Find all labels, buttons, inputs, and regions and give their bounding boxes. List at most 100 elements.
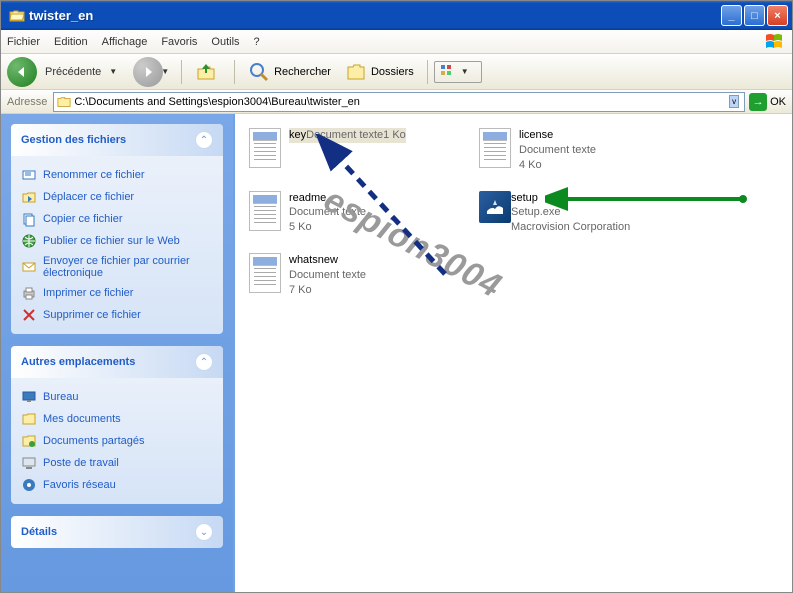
rename-icon (21, 167, 37, 183)
place-label: Favoris réseau (43, 479, 116, 491)
views-button[interactable]: ▼ (434, 61, 482, 83)
back-button[interactable] (7, 57, 37, 87)
file-size: 5 Ko (289, 220, 366, 235)
mail-icon (21, 259, 37, 275)
chevron-up-icon: ⌃ (195, 131, 213, 149)
place-label: Mes documents (43, 413, 121, 425)
task-move[interactable]: Déplacer ce fichier (21, 186, 213, 208)
forward-dropdown-icon[interactable]: ▼ (161, 67, 169, 76)
print-icon (21, 285, 37, 301)
navigation-toolbar: Précédente ▼ ▼ Rechercher Dossiers ▼ (1, 54, 792, 90)
place-desktop[interactable]: Bureau (21, 386, 213, 408)
address-bar: Adresse C:\Documents and Settings\espion… (1, 90, 792, 114)
text-document-icon (249, 253, 281, 293)
chevron-down-icon: ▼ (461, 67, 469, 76)
file-type: Document texte (289, 205, 366, 220)
file-item[interactable]: licenseDocument texte4 Ko (479, 128, 709, 173)
menu-file[interactable]: Fichier (7, 36, 40, 48)
file-size: 4 Ko (519, 158, 596, 173)
toolbar-separator (234, 60, 235, 84)
file-name: license (519, 128, 596, 143)
text-document-icon (249, 128, 281, 168)
task-label: Publier ce fichier sur le Web (43, 235, 180, 247)
file-type: Document texte (306, 128, 383, 143)
window-title: twister_en (29, 8, 719, 23)
go-label: OK (770, 96, 786, 108)
file-list-pane[interactable]: keyDocument texte1 KolicenseDocument tex… (233, 114, 792, 592)
file-item[interactable]: keyDocument texte1 Ko (249, 128, 479, 173)
computer-icon (21, 455, 37, 471)
go-button[interactable]: → OK (749, 93, 786, 111)
file-type: Document texte (519, 143, 596, 158)
menu-tools[interactable]: Outils (211, 36, 239, 48)
task-print[interactable]: Imprimer ce fichier (21, 282, 213, 304)
file-meta: setupSetup.exeMacrovision Corporation (511, 191, 630, 236)
shared-icon (21, 433, 37, 449)
file-item[interactable]: whatsnewDocument texte7 Ko (249, 253, 479, 298)
go-icon: → (749, 93, 767, 111)
search-button[interactable]: Rechercher (241, 57, 338, 87)
task-label: Déplacer ce fichier (43, 191, 134, 203)
title-bar: twister_en _ □ × (1, 1, 792, 30)
task-label: Renommer ce fichier (43, 169, 144, 181)
place-mydocs[interactable]: Mes documents (21, 408, 213, 430)
text-document-icon (479, 128, 511, 168)
file-item[interactable]: readmeDocument texte5 Ko (249, 191, 479, 236)
panel-title: Autres emplacements (21, 356, 135, 368)
back-label: Précédente (45, 66, 101, 78)
forward-button (133, 57, 163, 87)
task-label: Envoyer ce fichier par courrier électron… (43, 255, 213, 279)
task-label: Copier ce fichier (43, 213, 122, 225)
details-panel: Détails ⌄ (11, 516, 223, 548)
menu-edit[interactable]: Edition (54, 36, 88, 48)
file-size: 7 Ko (289, 283, 366, 298)
close-button[interactable]: × (767, 5, 788, 26)
file-name: key (289, 128, 306, 143)
file-meta: whatsnewDocument texte7 Ko (289, 253, 366, 298)
other-places-header[interactable]: Autres emplacements ⌃ (11, 346, 223, 378)
task-delete[interactable]: Supprimer ce fichier (21, 304, 213, 326)
maximize-button[interactable]: □ (744, 5, 765, 26)
toolbar-separator (427, 60, 428, 84)
file-name: whatsnew (289, 253, 366, 268)
back-dropdown-icon[interactable]: ▼ (109, 67, 117, 76)
menu-bar: Fichier Edition Affichage Favoris Outils… (1, 30, 792, 54)
place-network[interactable]: Favoris réseau (21, 474, 213, 496)
minimize-button[interactable]: _ (721, 5, 742, 26)
file-type: Setup.exe (511, 205, 630, 220)
menu-help[interactable]: ? (254, 36, 260, 48)
folders-button[interactable]: Dossiers (338, 57, 421, 87)
place-shared[interactable]: Documents partagés (21, 430, 213, 452)
task-copy[interactable]: Copier ce fichier (21, 208, 213, 230)
task-rename[interactable]: Renommer ce fichier (21, 164, 213, 186)
mydocs-icon (21, 411, 37, 427)
copy-icon (21, 211, 37, 227)
up-button[interactable] (188, 57, 228, 87)
file-item[interactable]: setupSetup.exeMacrovision Corporation (479, 191, 709, 236)
file-meta: readmeDocument texte5 Ko (289, 191, 366, 236)
address-dropdown-icon[interactable]: v (729, 95, 739, 108)
text-document-icon (249, 191, 281, 231)
chevron-down-icon: ⌄ (195, 523, 213, 541)
folders-label: Dossiers (371, 66, 414, 78)
chevron-up-icon: ⌃ (195, 353, 213, 371)
panel-title: Gestion des fichiers (21, 134, 126, 146)
file-tasks-panel: Gestion des fichiers ⌃ Renommer ce fichi… (11, 124, 223, 334)
task-web[interactable]: Publier ce fichier sur le Web (21, 230, 213, 252)
file-tasks-header[interactable]: Gestion des fichiers ⌃ (11, 124, 223, 156)
address-field[interactable]: C:\Documents and Settings\espion3004\Bur… (53, 92, 745, 112)
other-places-panel: Autres emplacements ⌃ Bureau Mes document… (11, 346, 223, 504)
place-label: Documents partagés (43, 435, 145, 447)
menu-view[interactable]: Affichage (102, 36, 148, 48)
place-computer[interactable]: Poste de travail (21, 452, 213, 474)
panel-title: Détails (21, 526, 57, 538)
menu-favorites[interactable]: Favoris (161, 36, 197, 48)
task-mail[interactable]: Envoyer ce fichier par courrier électron… (21, 252, 213, 282)
file-name: readme (289, 191, 366, 206)
folder-icon (57, 95, 71, 109)
address-path: C:\Documents and Settings\espion3004\Bur… (74, 96, 727, 108)
place-label: Bureau (43, 391, 78, 403)
web-icon (21, 233, 37, 249)
file-size: Macrovision Corporation (511, 220, 630, 235)
details-header[interactable]: Détails ⌄ (11, 516, 223, 548)
